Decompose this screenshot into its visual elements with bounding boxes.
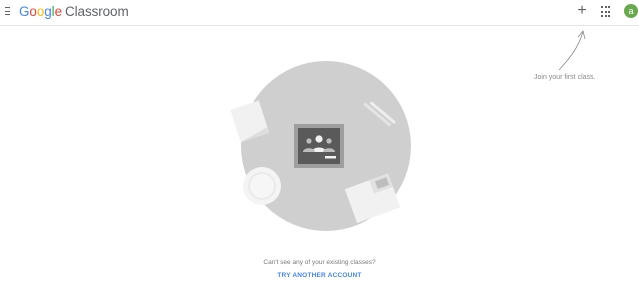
account-avatar[interactable]: a xyxy=(624,4,638,18)
empty-classroom-illustration xyxy=(230,61,411,231)
hint-arrow-icon xyxy=(558,30,586,71)
cant-see-classes-text: Can't see any of your existing classes? xyxy=(263,259,376,266)
product-name: Classroom xyxy=(65,4,129,19)
try-another-account-link[interactable]: TRY ANOTHER ACCOUNT xyxy=(0,272,639,279)
menu-icon[interactable] xyxy=(5,7,13,15)
brand-letter: e xyxy=(54,4,63,19)
brand-letter: g xyxy=(44,4,52,19)
apps-grid-icon[interactable] xyxy=(600,5,614,19)
app-logo[interactable]: Google Classroom xyxy=(19,4,129,20)
join-first-class-hint: Join your first class. xyxy=(534,74,596,81)
top-app-bar: Google Classroom + a xyxy=(0,0,639,26)
join-or-create-class-button[interactable]: + xyxy=(574,3,590,19)
brand-letter: o xyxy=(29,4,37,19)
brand-letter: G xyxy=(19,4,30,19)
google-wordmark: Google xyxy=(19,4,62,19)
